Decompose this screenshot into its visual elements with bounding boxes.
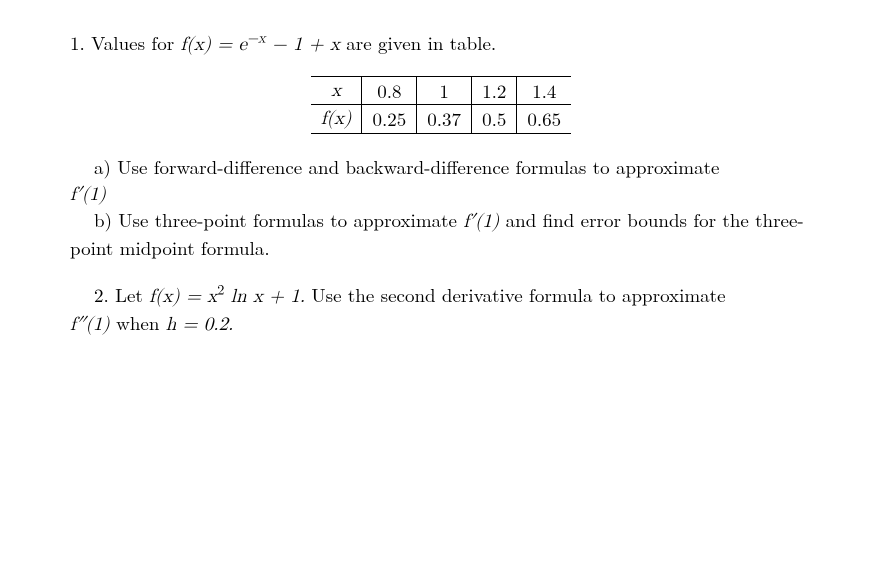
table-cell: 1.4 — [517, 76, 571, 105]
table-header-x: x — [311, 76, 362, 105]
problem-1-statement: 1. Values for f(x) = e−x − 1 + x are giv… — [70, 30, 812, 58]
table-cell: 0.8 — [362, 76, 417, 105]
table-cell: 0.25 — [362, 105, 417, 134]
problem-1-func: f(x) = e−x − 1 + x — [180, 35, 339, 54]
problem-2-text-mid: Use the second derivative formula to app… — [305, 281, 725, 308]
problem-2-statement: 2. Let f(x) = x2 ln x + 1. Use the secon… — [70, 282, 812, 337]
table-row: x 0.8 1 1.2 1.4 — [311, 76, 571, 105]
problem-1-intro-pre: Values for — [91, 29, 180, 56]
problem-1-intro-post: are given in table. — [340, 29, 496, 56]
part-a-fprime-line: f′(1) — [70, 180, 812, 208]
part-b: b) Use three-point formulas to approxima… — [70, 207, 812, 260]
problem-2-number: 2. — [94, 281, 109, 308]
table-cell: 0.37 — [417, 105, 472, 134]
table-cell: 1.2 — [472, 76, 517, 105]
fprime-1-b: f′(1) — [463, 212, 499, 231]
problem-1-parts: a) Use forward-difference and backward-d… — [70, 154, 812, 261]
part-b-label: b) — [94, 206, 112, 233]
fprime-1: f′(1) — [70, 185, 106, 204]
table-header-fx: f(x) — [311, 105, 362, 134]
part-b-text-pre: Use three-point formulas to approximate — [112, 206, 463, 233]
table-cell: 0.5 — [472, 105, 517, 134]
problem-1-number: 1. — [70, 29, 85, 56]
table-row: f(x) 0.25 0.37 0.5 0.65 — [311, 105, 571, 134]
table-cell: 1 — [417, 76, 472, 105]
table-cell: 0.65 — [517, 105, 571, 134]
part-a: a) Use forward-difference and backward-d… — [70, 154, 812, 180]
problem-2-func: f(x) = x2 ln x + 1. — [149, 287, 305, 306]
problem-2-when: when — [110, 309, 166, 336]
problem-2-let: Let — [109, 281, 149, 308]
page-content: 1. Values for f(x) = e−x − 1 + x are giv… — [70, 30, 812, 338]
fpp-1: f″(1) — [70, 315, 110, 334]
data-table: x 0.8 1 1.2 1.4 f(x) 0.25 0.37 0.5 0.65 — [311, 76, 571, 134]
exponent: −x — [247, 32, 266, 46]
part-a-label: a) — [94, 153, 111, 180]
part-a-text: Use forward-difference and backward-diff… — [111, 153, 720, 180]
h-value: h = 0.2. — [166, 315, 234, 334]
